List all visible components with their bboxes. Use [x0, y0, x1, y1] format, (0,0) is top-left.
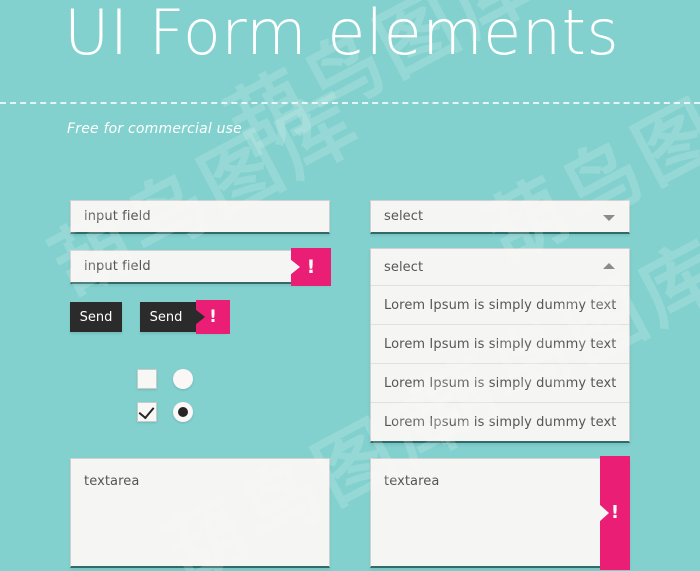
radio-dot-icon: [178, 407, 188, 417]
header-divider: [0, 102, 700, 104]
exclamation-glyph: !: [306, 255, 316, 278]
select-expanded-value: select: [384, 259, 424, 275]
exclamation-icon: !: [600, 456, 630, 570]
page-subtitle: Free for commercial use: [67, 121, 242, 137]
send-button-2-label: Send: [149, 309, 183, 325]
select-expanded-header[interactable]: select: [371, 249, 629, 285]
select-collapsed[interactable]: select: [370, 200, 630, 234]
textarea-1[interactable]: textarea: [70, 458, 330, 568]
select-option-label: Lorem Ipsum is simply dummy text: [384, 336, 617, 352]
send-button-1[interactable]: Send: [70, 302, 122, 332]
select-option[interactable]: Lorem Ipsum is simply dummy text: [371, 363, 629, 402]
select-option-label: Lorem Ipsum is simply dummy text: [384, 375, 617, 391]
page-header: UI Form elements Free for commercial use: [0, 0, 700, 137]
send-button-1-label: Send: [79, 309, 113, 325]
textarea-2-value: textarea: [384, 474, 440, 489]
input-field-1[interactable]: input field: [70, 200, 330, 234]
textarea-2[interactable]: textarea: [370, 458, 630, 568]
chevron-up-icon: [603, 263, 615, 269]
select-collapsed-value: select: [384, 209, 424, 224]
checkbox-unchecked[interactable]: [137, 369, 157, 389]
page-title: UI Form elements: [64, 0, 620, 69]
radio-selected[interactable]: [173, 402, 193, 422]
select-option[interactable]: Lorem Ipsum is simply dummy text: [371, 402, 629, 441]
radio-unselected[interactable]: [173, 369, 193, 389]
select-option[interactable]: Lorem Ipsum is simply dummy text: [371, 324, 629, 363]
select-option[interactable]: Lorem Ipsum is simply dummy text: [371, 285, 629, 324]
checkbox-checked[interactable]: [137, 402, 157, 422]
textarea-1-value: textarea: [84, 474, 140, 489]
exclamation-glyph: !: [610, 502, 620, 523]
select-expanded[interactable]: select Lorem Ipsum is simply dummy text …: [370, 248, 630, 443]
exclamation-glyph: !: [209, 306, 217, 327]
checkmark-icon: [138, 402, 155, 420]
select-option-label: Lorem Ipsum is simply dummy text: [384, 297, 617, 313]
select-option-label: Lorem Ipsum is simply dummy text: [384, 414, 617, 430]
input-field-2-value: input field: [84, 259, 151, 274]
input-field-1-value: input field: [84, 209, 151, 224]
chevron-down-icon: [603, 214, 615, 221]
exclamation-icon: !: [196, 300, 230, 334]
exclamation-icon: !: [291, 248, 331, 286]
